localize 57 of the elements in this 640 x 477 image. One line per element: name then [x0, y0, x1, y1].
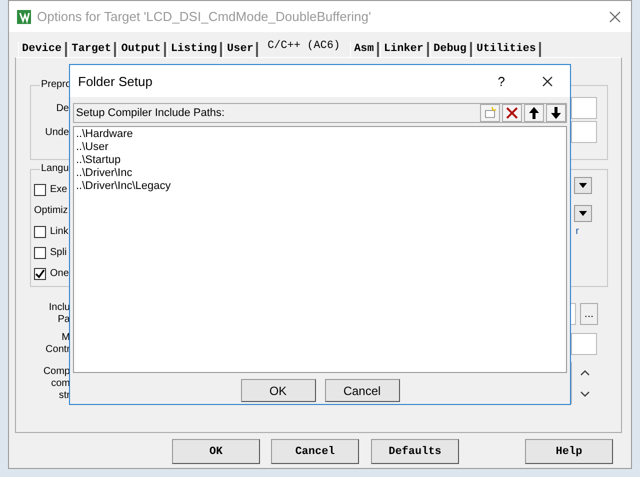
tab[interactable]: User	[223, 42, 258, 57]
help-button[interactable]: ?	[498, 74, 505, 88]
checkbox[interactable]	[34, 226, 46, 238]
dialog-button[interactable]: Cancel	[324, 379, 400, 402]
link-text[interactable]: r	[576, 226, 579, 237]
caret-icon	[579, 183, 587, 188]
tab[interactable]: Listing	[166, 42, 222, 57]
field-label: str	[58, 390, 70, 402]
field-label: Pa	[58, 314, 70, 326]
scroll-up-icon[interactable]	[580, 370, 590, 376]
caret-icon	[579, 211, 587, 216]
new-entry-icon[interactable]	[480, 104, 500, 122]
tab[interactable]: Device	[18, 42, 67, 57]
delete-icon[interactable]	[502, 104, 522, 122]
scroll-down-icon[interactable]	[580, 390, 590, 396]
tab[interactable]: Target	[68, 42, 116, 57]
checkbox-label: Link	[50, 226, 68, 237]
checkbox[interactable]	[34, 184, 46, 196]
input-field[interactable]	[571, 121, 597, 143]
dialog-button[interactable]: Defaults	[371, 439, 459, 464]
list-item[interactable]: ..\Driver\Inc\Legacy	[76, 180, 564, 193]
tab[interactable]: Asm	[350, 42, 379, 57]
dialog-button[interactable]: OK	[240, 379, 316, 402]
dropdown-button[interactable]	[574, 205, 592, 222]
field-label: Unde	[44, 126, 69, 138]
checkbox-label: Spli	[50, 247, 67, 258]
dropdown-button[interactable]	[574, 177, 592, 194]
tab[interactable]: Output	[117, 42, 166, 57]
list-item[interactable]: ..\Startup	[76, 154, 564, 167]
close-icon[interactable]	[542, 76, 553, 86]
checkbox-label: One	[50, 268, 69, 279]
checkbox-label: Exe	[50, 184, 68, 195]
field-label: Comp	[43, 366, 70, 378]
list-item[interactable]: ..\Driver\Inc	[76, 167, 564, 180]
list-item[interactable]: ..\User	[76, 141, 564, 154]
group-legend: Langu	[40, 163, 70, 174]
dialog-button[interactable]: OK	[172, 439, 260, 464]
list-item[interactable]: ..\Hardware	[76, 128, 564, 141]
tab[interactable]: Debug	[430, 42, 472, 57]
tab[interactable]: Utilities	[472, 42, 541, 57]
checkbox[interactable]	[34, 268, 46, 280]
checkbox[interactable]	[34, 246, 46, 258]
field-label: Contr	[46, 344, 70, 356]
browse-button[interactable]: ...	[580, 303, 598, 325]
list-label: Setup Compiler Include Paths:	[76, 107, 225, 119]
field-label: De	[55, 102, 69, 114]
field-label: Inclu	[48, 302, 70, 314]
input-field[interactable]	[571, 97, 597, 119]
dialog-button[interactable]: Help	[525, 439, 613, 464]
dialog-button[interactable]: Cancel	[271, 439, 359, 464]
window-title: Options for Target 'LCD_DSI_CmdMode_DoubleBuffering'	[37, 9, 371, 24]
tab[interactable]: Linker	[380, 42, 428, 57]
dialog-title: Folder Setup	[78, 74, 152, 88]
input-field[interactable]	[571, 333, 597, 355]
option-label: Optimiz	[34, 205, 68, 216]
field-label: M	[62, 332, 70, 344]
app-icon	[17, 10, 31, 24]
